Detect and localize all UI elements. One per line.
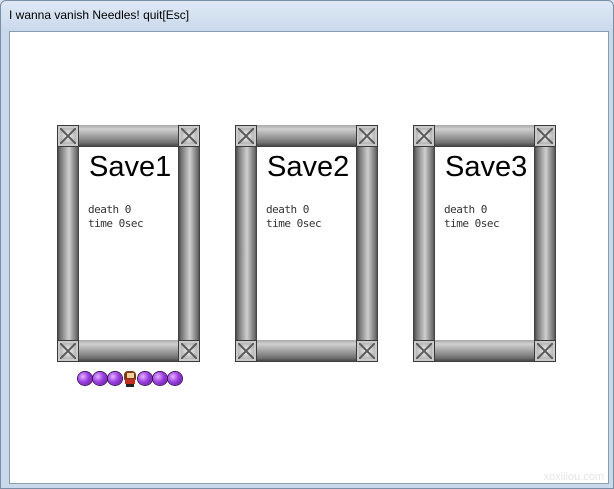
corner-rivet-icon [413,125,435,147]
frame-bar-right [534,125,556,362]
selected-slot-indicator [78,369,182,389]
corner-rivet-icon [57,125,79,147]
purple-orb-icon [138,372,152,385]
save-slot-panel: Save1 death 0 time 0sec [79,147,178,340]
save-slot-title: Save3 [445,151,528,183]
death-count: death 0 [266,203,309,216]
save-slot-2[interactable]: Save2 death 0 time 0sec [235,125,378,362]
frame-bar-left [413,125,435,362]
corner-rivet-icon [413,340,435,362]
frame-bar-left [57,125,79,362]
kid-icon [122,369,138,387]
play-time: time 0sec [444,217,500,230]
save-slot-panel: Save2 death 0 time 0sec [257,147,356,340]
play-time: time 0sec [266,217,322,230]
play-time: time 0sec [88,217,144,230]
death-count: death 0 [444,203,487,216]
save-slot-3[interactable]: Save3 death 0 time 0sec [413,125,556,362]
save-slot-panel: Save3 death 0 time 0sec [435,147,534,340]
save-slot-1[interactable]: Save1 death 0 time 0sec [57,125,200,362]
frame-bar-right [356,125,378,362]
corner-rivet-icon [235,125,257,147]
death-count: death 0 [88,203,131,216]
title-bar[interactable]: I wanna vanish Needles! quit[Esc] [1,1,614,31]
purple-orb-icon [78,372,92,385]
corner-rivet-icon [178,125,200,147]
corner-rivet-icon [534,125,556,147]
purple-orb-icon [93,372,107,385]
corner-rivet-icon [534,340,556,362]
corner-rivet-icon [356,340,378,362]
frame-bar-left [235,125,257,362]
corner-rivet-icon [57,340,79,362]
purple-orb-icon [168,372,182,385]
save-slot-title: Save1 [89,151,172,183]
purple-orb-icon [108,372,122,385]
corner-rivet-icon [356,125,378,147]
corner-rivet-icon [178,340,200,362]
corner-rivet-icon [235,340,257,362]
frame-bar-right [178,125,200,362]
save-slot-title: Save2 [267,151,350,183]
window-title: I wanna vanish Needles! quit[Esc] [9,8,190,22]
purple-orb-icon [153,372,167,385]
watermark: xoxiiiou.com [543,471,604,483]
